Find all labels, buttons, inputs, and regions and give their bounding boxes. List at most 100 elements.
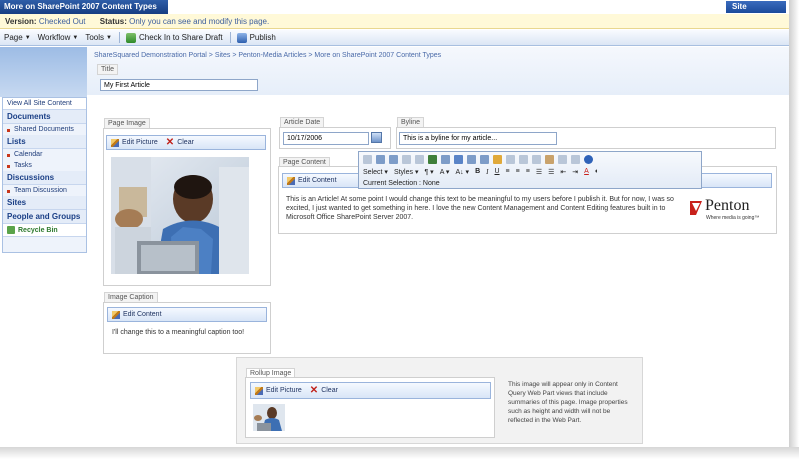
- bold-icon[interactable]: B: [475, 168, 480, 175]
- select-dropdown[interactable]: Select ▾: [363, 168, 388, 176]
- page-editing-toolbar: Page ▼ Workflow ▼ Tools ▼ Check In to Share…: [0, 30, 789, 46]
- underline-icon[interactable]: U: [494, 168, 499, 175]
- caption-edit-content-button[interactable]: Edit Content: [112, 310, 162, 319]
- person-at-laptop-thumbnail: [253, 404, 285, 431]
- help-icon[interactable]: [584, 155, 593, 164]
- tools-menu[interactable]: Tools ▼: [85, 33, 112, 42]
- view-all-site-content-link[interactable]: View All Site Content: [3, 98, 86, 110]
- tools-menu-label: Tools: [85, 33, 105, 42]
- nav-heading-documents[interactable]: Documents: [3, 110, 86, 124]
- clear-icon: ✕: [165, 136, 175, 148]
- calendar-icon[interactable]: [371, 132, 382, 143]
- rollup-image-edit-bar: Edit Picture ✕ Clear: [250, 382, 491, 399]
- insert-reusable-content-icon[interactable]: [467, 155, 476, 164]
- font-size-icon[interactable]: A ▾: [440, 168, 450, 176]
- edit-content-icon: [112, 310, 120, 319]
- insert-link-icon[interactable]: [428, 155, 437, 164]
- rollup-image-thumbnail[interactable]: [253, 404, 285, 431]
- edit-content-label: Edit Content: [298, 177, 337, 184]
- nav-item-calendar[interactable]: Calendar: [3, 149, 86, 160]
- edit-picture-icon: [111, 138, 119, 147]
- chevron-down-icon: ▼: [24, 34, 31, 41]
- font-color-icon[interactable]: A: [584, 168, 589, 175]
- check-in-label: Check In to Share Draft: [138, 33, 223, 42]
- font-icon[interactable]: A↓ ▾: [455, 168, 469, 176]
- nav-item-tasks[interactable]: Tasks: [3, 160, 86, 171]
- screenshot-bottom-edge: [0, 447, 799, 459]
- copy-icon[interactable]: [376, 155, 385, 164]
- paragraph-icon[interactable]: ¶ ▾: [424, 168, 433, 176]
- image-caption-text[interactable]: I'll change this to a meaningful caption…: [112, 328, 262, 337]
- highlight-icon[interactable]: ◐: [595, 168, 599, 175]
- styles-dropdown[interactable]: Styles ▾: [394, 168, 419, 176]
- breadcrumb[interactable]: ShareSquared Demonstration Portal > Site…: [94, 52, 441, 59]
- check-in-button[interactable]: Check In to Share Draft: [125, 32, 223, 43]
- site-title-tab[interactable]: More on SharePoint 2007 Content Types: [0, 0, 168, 14]
- page-menu-label: Page: [4, 33, 23, 42]
- spelling-icon[interactable]: [545, 155, 554, 164]
- publish-icon: [236, 32, 247, 43]
- align-center-icon[interactable]: ≡: [516, 168, 520, 175]
- page-image-edit-bar: Edit Picture ✕ Clear: [106, 135, 266, 150]
- nav-heading-discussions[interactable]: Discussions: [3, 171, 86, 185]
- italic-icon[interactable]: I: [486, 168, 488, 176]
- toolbar-divider: [229, 32, 231, 43]
- redo-icon[interactable]: [415, 155, 424, 164]
- person-at-laptop-image: [111, 157, 249, 274]
- undo-icon[interactable]: [402, 155, 411, 164]
- merge-cells-icon[interactable]: [532, 155, 541, 164]
- cut-icon[interactable]: [363, 155, 372, 164]
- edit-picture-button[interactable]: Edit Picture: [111, 138, 158, 147]
- delete-row-icon[interactable]: [519, 155, 528, 164]
- page-menu[interactable]: Page ▼: [4, 33, 31, 42]
- numbered-list-icon[interactable]: ☰: [536, 168, 542, 176]
- rollup-edit-picture-label: Edit Picture: [266, 387, 302, 394]
- current-selection-text: Current Selection : None: [363, 180, 440, 187]
- edit-content-button[interactable]: Edit Content: [287, 176, 337, 185]
- screenshot-edge-shadow: [789, 0, 799, 459]
- paste-icon[interactable]: [389, 155, 398, 164]
- nav-item-shared-documents[interactable]: Shared Documents: [3, 124, 86, 135]
- recycle-bin-link[interactable]: Recycle Bin: [3, 224, 86, 237]
- table-properties-icon[interactable]: [480, 155, 489, 164]
- title-field-label: Title: [97, 64, 118, 75]
- rtl-icon[interactable]: [571, 155, 580, 164]
- bulleted-list-icon[interactable]: ☰: [548, 168, 554, 176]
- ltr-icon[interactable]: [558, 155, 567, 164]
- workflow-menu[interactable]: Workflow ▼: [38, 33, 79, 42]
- nav-heading-people-and-groups[interactable]: People and Groups: [3, 210, 86, 224]
- align-left-icon[interactable]: ≡: [506, 168, 510, 175]
- page-content-text[interactable]: This is an Article! At some point I woul…: [286, 195, 684, 231]
- rte-row-2: Select ▾ Styles ▾ ¶ ▾ A ▾ A↓ ▾ B I U ≡ ≡…: [363, 166, 605, 177]
- page-image-photo[interactable]: [111, 157, 249, 274]
- title-input[interactable]: My First Article: [100, 79, 258, 91]
- select-label: Select: [363, 168, 383, 176]
- insert-image-icon[interactable]: [454, 155, 463, 164]
- insert-column-icon[interactable]: [506, 155, 515, 164]
- insert-table-icon[interactable]: [441, 155, 450, 164]
- indent-icon[interactable]: ⇥: [572, 168, 578, 176]
- rte-row-1: [363, 154, 597, 165]
- nav-heading-sites[interactable]: Sites: [3, 196, 86, 210]
- outdent-icon[interactable]: ⇤: [560, 168, 566, 176]
- align-right-icon[interactable]: ≡: [526, 168, 530, 175]
- edit-content-icon: [287, 176, 295, 185]
- insert-row-icon[interactable]: [493, 155, 502, 164]
- nav-item-team-discussion[interactable]: Team Discussion: [3, 185, 86, 196]
- publish-label: Publish: [249, 33, 276, 42]
- rollup-edit-picture-button[interactable]: Edit Picture: [255, 386, 302, 395]
- byline-input[interactable]: This is a byline for my article...: [399, 132, 557, 145]
- rollup-clear-button[interactable]: ✕ Clear: [310, 385, 338, 395]
- version-label: Version:: [5, 17, 37, 26]
- check-in-icon: [125, 32, 136, 43]
- nav-heading-lists[interactable]: Lists: [3, 135, 86, 149]
- rte-row-3: Current Selection : None: [363, 178, 446, 189]
- clear-image-button[interactable]: ✕ Clear: [165, 136, 194, 148]
- status-bar: Version: Checked Out Status: Only you ca…: [0, 14, 789, 29]
- penton-logo: Penton Where media is going™: [688, 197, 772, 225]
- workflow-menu-label: Workflow: [37, 33, 71, 42]
- site-actions-menu[interactable]: Site Actions▼: [726, 1, 786, 23]
- publish-button[interactable]: Publish: [236, 32, 276, 43]
- chevron-down-icon: ▼: [72, 34, 79, 41]
- article-date-input[interactable]: 10/17/2006: [283, 132, 369, 145]
